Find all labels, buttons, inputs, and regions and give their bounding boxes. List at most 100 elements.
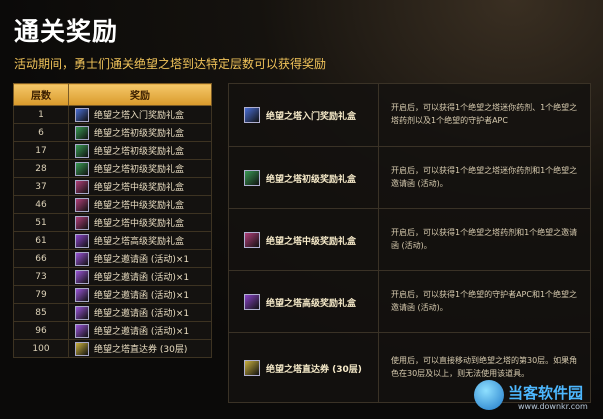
invitation-icon[interactable] <box>75 269 89 284</box>
reward-name: 绝望之塔中级奖励礼盒 <box>94 219 185 229</box>
reward-table: 层数 奖励 1 绝望之塔入门奖励礼盒 6 绝望之塔初级奖励礼盒 17 绝望之塔初级奖励礼盒… <box>13 83 212 358</box>
reward-name: 绝望之塔中级奖励礼盒 <box>94 183 185 193</box>
invitation-icon[interactable] <box>75 287 89 302</box>
floor-cell: 1 <box>13 105 69 124</box>
gift-box-icon[interactable] <box>244 232 260 248</box>
reward-detail-row: 绝望之塔高级奖励礼盒 开启后，可以获得1个绝望的守护者APC和1个绝望之邀请函 (… <box>229 270 590 332</box>
reward-detail-description: 开启后，可以获得1个绝望之塔迷你药剂、1个绝望之塔药剂以及1个绝望的守护者APC <box>391 103 578 125</box>
floor-cell: 6 <box>13 123 69 142</box>
reward-cell: 绝望之塔直达券 (30层) <box>68 339 212 358</box>
reward-detail-row: 绝望之塔初级奖励礼盒 开启后，可以获得1个绝望之塔迷你药剂和1个绝望之邀请函 (活… <box>229 146 590 208</box>
table-row: 51 绝望之塔中级奖励礼盒 <box>13 213 212 232</box>
floor-cell: 73 <box>13 267 69 286</box>
reward-cell: 绝望之邀请函 (活动)×1 <box>68 267 212 286</box>
column-divider <box>378 209 379 270</box>
reward-cell: 绝望之塔中级奖励礼盒 <box>68 177 212 196</box>
reward-name: 绝望之塔初级奖励礼盒 <box>94 129 185 139</box>
watermark: 当客软件园 www.downkr.com <box>474 380 599 414</box>
reward-cell: 绝望之塔初级奖励礼盒 <box>68 123 212 142</box>
table-row: 100 绝望之塔直达券 (30层) <box>13 339 212 358</box>
column-divider <box>378 84 379 146</box>
invitation-icon[interactable] <box>75 323 89 338</box>
gift-box-icon[interactable] <box>75 143 89 158</box>
column-divider <box>378 333 379 402</box>
gift-box-icon[interactable] <box>75 179 89 194</box>
table-row: 37 绝望之塔中级奖励礼盒 <box>13 177 212 196</box>
table-row: 28 绝望之塔初级奖励礼盒 <box>13 159 212 178</box>
floor-cell: 28 <box>13 159 69 178</box>
reward-detail-name: 绝望之塔直达券 (30层) <box>266 365 362 375</box>
floor-cell: 17 <box>13 141 69 160</box>
table-row: 96 绝望之邀请函 (活动)×1 <box>13 321 212 340</box>
ticket-icon[interactable] <box>75 341 89 356</box>
reward-detail-panel: 绝望之塔入门奖励礼盒 开启后，可以获得1个绝望之塔迷你药剂、1个绝望之塔药剂以及1… <box>228 83 591 403</box>
table-row: 6 绝望之塔初级奖励礼盒 <box>13 123 212 142</box>
gift-box-icon[interactable] <box>75 197 89 212</box>
reward-detail-description: 开启后，可以获得1个绝望之塔迷你药剂和1个绝望之邀请函 (活动)。 <box>391 166 578 188</box>
reward-detail-description: 开启后，可以获得1个绝望之塔药剂和1个绝望之邀请函 (活动)。 <box>391 228 578 250</box>
reward-detail-name: 绝望之塔高级奖励礼盒 <box>266 299 357 309</box>
table-row: 17 绝望之塔初级奖励礼盒 <box>13 141 212 160</box>
invitation-icon[interactable] <box>75 305 89 320</box>
reward-name: 绝望之塔中级奖励礼盒 <box>94 201 185 211</box>
site-logo-icon <box>474 380 504 410</box>
floor-column-header: 层数 <box>13 83 69 106</box>
reward-detail-name: 绝望之塔中级奖励礼盒 <box>266 237 357 247</box>
reward-name: 绝望之塔高级奖励礼盒 <box>94 237 185 247</box>
reward-cell: 绝望之塔初级奖励礼盒 <box>68 159 212 178</box>
reward-detail-row: 绝望之塔中级奖励礼盒 开启后，可以获得1个绝望之塔药剂和1个绝望之邀请函 (活动)… <box>229 208 590 270</box>
page-title: 通关奖励 <box>14 17 119 46</box>
floor-cell: 46 <box>13 195 69 214</box>
floor-cell: 79 <box>13 285 69 304</box>
floor-cell: 61 <box>13 231 69 250</box>
table-row: 1 绝望之塔入门奖励礼盒 <box>13 105 212 124</box>
reward-name: 绝望之塔直达券 (30层) <box>94 345 188 355</box>
reward-name: 绝望之塔初级奖励礼盒 <box>94 165 185 175</box>
table-row: 46 绝望之塔中级奖励礼盒 <box>13 195 212 214</box>
reward-cell: 绝望之邀请函 (活动)×1 <box>68 285 212 304</box>
reward-cell: 绝望之塔高级奖励礼盒 <box>68 231 212 250</box>
reward-name: 绝望之邀请函 (活动)×1 <box>94 309 190 319</box>
reward-cell: 绝望之邀请函 (活动)×1 <box>68 303 212 322</box>
floor-cell: 37 <box>13 177 69 196</box>
watermark-site-name: 当客软件园 <box>508 384 584 402</box>
reward-cell: 绝望之邀请函 (活动)×1 <box>68 321 212 340</box>
gift-box-icon[interactable] <box>75 233 89 248</box>
table-row: 61 绝望之塔高级奖励礼盒 <box>13 231 212 250</box>
reward-detail-name: 绝望之塔初级奖励礼盒 <box>266 175 357 185</box>
gift-box-icon[interactable] <box>75 161 89 176</box>
reward-name: 绝望之邀请函 (活动)×1 <box>94 273 190 283</box>
reward-detail-row: 绝望之塔入门奖励礼盒 开启后，可以获得1个绝望之塔迷你药剂、1个绝望之塔药剂以及1… <box>229 84 590 146</box>
table-row: 85 绝望之邀请函 (活动)×1 <box>13 303 212 322</box>
column-divider <box>378 271 379 332</box>
floor-cell: 100 <box>13 339 69 358</box>
reward-detail-description: 使用后，可以直接移动到绝望之塔的第30层。如果角色在30层及以上，则无法使用该道… <box>391 356 578 378</box>
gift-box-icon[interactable] <box>244 294 260 310</box>
floor-cell: 66 <box>13 249 69 268</box>
column-divider <box>378 147 379 208</box>
watermark-url: www.downkr.com <box>518 402 588 411</box>
table-row: 79 绝望之邀请函 (活动)×1 <box>13 285 212 304</box>
activity-description: 活动期间，勇士们通关绝望之塔到达特定层数可以获得奖励 <box>14 57 327 71</box>
ticket-icon[interactable] <box>244 360 260 376</box>
gift-box-icon[interactable] <box>75 125 89 140</box>
reward-name: 绝望之邀请函 (活动)×1 <box>94 327 190 337</box>
table-row: 73 绝望之邀请函 (活动)×1 <box>13 267 212 286</box>
reward-cell: 绝望之邀请函 (活动)×1 <box>68 249 212 268</box>
reward-cell: 绝望之塔中级奖励礼盒 <box>68 195 212 214</box>
gift-box-icon[interactable] <box>75 107 89 122</box>
invitation-icon[interactable] <box>75 251 89 266</box>
table-row: 66 绝望之邀请函 (活动)×1 <box>13 249 212 268</box>
floor-cell: 96 <box>13 321 69 340</box>
floor-cell: 51 <box>13 213 69 232</box>
floor-cell: 85 <box>13 303 69 322</box>
reward-name: 绝望之塔初级奖励礼盒 <box>94 147 185 157</box>
gift-box-icon[interactable] <box>244 107 260 123</box>
reward-name: 绝望之塔入门奖励礼盒 <box>94 111 185 121</box>
gift-box-icon[interactable] <box>75 215 89 230</box>
reward-column-header: 奖励 <box>68 83 212 106</box>
reward-detail-name: 绝望之塔入门奖励礼盒 <box>266 112 357 122</box>
gift-box-icon[interactable] <box>244 170 260 186</box>
reward-detail-description: 开启后，可以获得1个绝望的守护者APC和1个绝望之邀请函 (活动)。 <box>391 290 578 312</box>
reward-cell: 绝望之塔初级奖励礼盒 <box>68 141 212 160</box>
